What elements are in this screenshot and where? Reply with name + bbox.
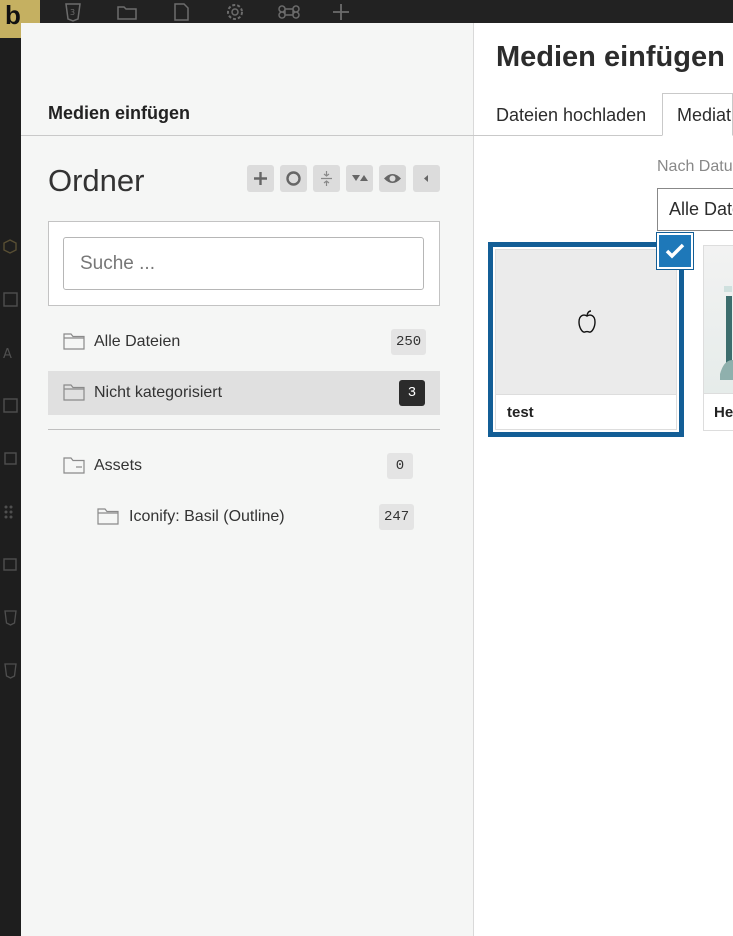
editor-left-toolbar: A — [0, 38, 21, 936]
new-folder-button[interactable] — [247, 165, 274, 192]
box-icon[interactable] — [2, 556, 19, 573]
gear-icon[interactable] — [224, 2, 246, 22]
search-container — [48, 221, 440, 306]
folder-item-uncategorized[interactable]: Nicht kategorisiert 3 — [48, 371, 440, 415]
media-modal: Medien einfügen Ordner Suche ... Alle Da… — [21, 23, 733, 936]
selected-check-button[interactable] — [657, 233, 693, 269]
checkmark-icon — [665, 243, 685, 259]
collapse-sidebar-button[interactable] — [413, 165, 440, 192]
folder-open-icon — [63, 457, 85, 474]
folder-search-input[interactable] — [63, 237, 424, 290]
visibility-button[interactable] — [379, 165, 406, 192]
folder-label: Nicht kategorisiert — [94, 384, 223, 401]
css3-icon[interactable]: 3 — [62, 2, 84, 22]
folder-icon — [63, 384, 85, 401]
attachment-filename: He — [704, 393, 733, 430]
folder-count-badge: 0 — [387, 453, 413, 479]
frame-icon[interactable] — [2, 450, 19, 467]
folder-icon — [63, 333, 85, 350]
folder-sidebar: Medien einfügen Ordner Suche ... Alle Da… — [21, 23, 474, 936]
folder-count-badge: 247 — [379, 504, 414, 530]
attachment-thumbnail — [704, 246, 733, 393]
sort-button[interactable] — [346, 165, 373, 192]
tab-media-library[interactable]: Mediathek — [662, 93, 733, 136]
grid-icon[interactable] — [2, 503, 19, 520]
svg-text:3: 3 — [70, 8, 75, 17]
gallery-icon[interactable] — [2, 397, 19, 414]
image-thumbnail — [720, 286, 733, 380]
folder-label: Iconify: Basil (Outline) — [129, 508, 285, 525]
add-icon — [254, 172, 267, 185]
css3-side-icon[interactable] — [2, 609, 19, 626]
attachment-tile[interactable]: test — [488, 242, 684, 437]
folders-heading: Ordner — [48, 163, 145, 198]
collapse-icon — [321, 171, 332, 186]
html5-icon[interactable] — [2, 662, 19, 679]
divider — [21, 135, 474, 136]
sort-icon — [352, 175, 368, 181]
caret-left-icon — [424, 175, 428, 182]
folder-label: Alle Dateien — [94, 333, 181, 350]
attachment-tile[interactable]: He — [703, 245, 733, 431]
sidebar-title: Medien einfügen — [48, 103, 191, 123]
eye-icon — [384, 174, 401, 183]
circle-icon — [286, 171, 301, 186]
modal-title: Medien einfügen — [496, 41, 725, 73]
cube-icon[interactable] — [2, 238, 19, 255]
attachment-filename: test — [496, 394, 676, 429]
pages-icon[interactable] — [170, 2, 192, 22]
folder-divider — [48, 429, 440, 430]
folder-item-assets[interactable]: Assets 0 — [48, 444, 440, 488]
command-icon[interactable] — [278, 2, 300, 22]
date-filter-select[interactable]: Alle Daten — [657, 188, 733, 231]
collapse-button[interactable] — [313, 165, 340, 192]
layout-icon[interactable] — [2, 291, 19, 308]
toggle-button[interactable] — [280, 165, 307, 192]
attachment-thumbnail — [496, 250, 676, 394]
folder-icon[interactable] — [116, 2, 138, 22]
folder-icon — [97, 508, 119, 525]
apple-icon — [578, 310, 596, 333]
tab-upload[interactable]: Dateien hochladen — [496, 93, 646, 136]
folder-count-badge: 250 — [391, 329, 426, 355]
editor-topbar: 3 — [0, 0, 733, 24]
folder-item-iconify-basil[interactable]: Iconify: Basil (Outline) 247 — [48, 495, 440, 539]
folder-toolbar — [247, 165, 440, 192]
folder-count-badge: 3 — [399, 380, 425, 406]
svg-text:A: A — [3, 347, 12, 361]
date-filter-label: Nach Datum — [657, 158, 733, 175]
folder-label: Assets — [94, 457, 143, 474]
attachment-preview: test — [495, 249, 677, 430]
text-icon[interactable]: A — [2, 344, 19, 361]
plus-icon[interactable] — [330, 2, 352, 22]
folder-item-all[interactable]: Alle Dateien 250 — [48, 320, 440, 364]
